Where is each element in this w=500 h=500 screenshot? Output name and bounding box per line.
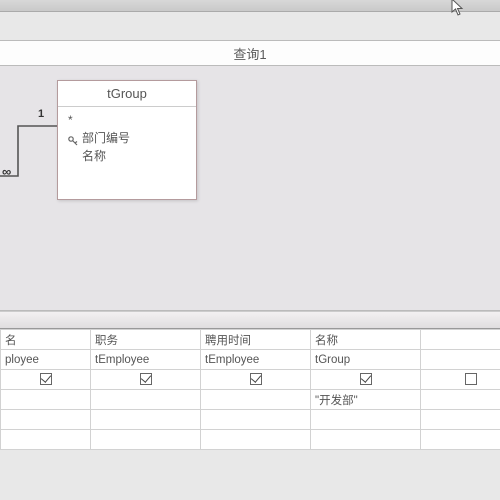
grid-row-table: ployee tEmployee tEmployee tGroup xyxy=(1,350,500,370)
grid-cell[interactable] xyxy=(311,430,421,450)
table-field-list: * 部门编号 名称 xyxy=(58,107,196,169)
relationship-line: 1 ∞ xyxy=(0,106,57,186)
grid-cell[interactable]: ployee xyxy=(1,350,91,370)
grid-cell[interactable] xyxy=(421,390,500,410)
grid-row-or xyxy=(1,410,500,430)
grid-row-criteria: "开发部" xyxy=(1,390,500,410)
grid-cell[interactable] xyxy=(201,390,311,410)
checkbox-icon[interactable] xyxy=(250,373,262,385)
grid-cell[interactable] xyxy=(91,410,201,430)
table-field[interactable]: 部门编号 xyxy=(68,129,186,147)
grid-cell-show[interactable] xyxy=(1,370,91,390)
grid-cell-show[interactable] xyxy=(421,370,500,390)
grid-cell[interactable]: tEmployee xyxy=(201,350,311,370)
grid-cell[interactable] xyxy=(421,330,500,350)
grid-cell[interactable] xyxy=(1,390,91,410)
grid-cell[interactable] xyxy=(421,350,500,370)
grid-cell[interactable]: tGroup xyxy=(311,350,421,370)
grid-cell[interactable] xyxy=(311,410,421,430)
grid-cell[interactable] xyxy=(421,430,500,450)
grid-cell[interactable] xyxy=(1,410,91,430)
query-tab-label: 查询1 xyxy=(233,44,266,63)
query-design-grid[interactable]: 名 职务 聘用时间 名称 ployee tEmployee tEmployee … xyxy=(0,329,500,450)
checkbox-icon[interactable] xyxy=(465,373,477,385)
table-field[interactable]: * xyxy=(68,111,186,129)
checkbox-icon[interactable] xyxy=(140,373,152,385)
grid-cell[interactable]: "开发部" xyxy=(311,390,421,410)
checkbox-icon[interactable] xyxy=(360,373,372,385)
table-box-title: tGroup xyxy=(58,81,196,107)
relation-many-label: ∞ xyxy=(2,164,11,179)
grid-cell[interactable]: 名 xyxy=(1,330,91,350)
table-box-tgroup[interactable]: tGroup * 部门编号 名称 xyxy=(57,80,197,200)
query-tab[interactable]: 查询1 xyxy=(0,40,500,66)
grid-row-or xyxy=(1,430,500,450)
relationship-diagram-pane[interactable]: 1 ∞ tGroup * 部门编号 名称 xyxy=(0,66,500,311)
grid-cell[interactable] xyxy=(201,410,311,430)
checkbox-icon[interactable] xyxy=(40,373,52,385)
grid-cell[interactable]: 名称 xyxy=(311,330,421,350)
primary-key-icon xyxy=(68,133,78,143)
grid-row-show xyxy=(1,370,500,390)
grid-cell-show[interactable] xyxy=(91,370,201,390)
grid-cell[interactable]: 职务 xyxy=(91,330,201,350)
grid-cell[interactable]: 聘用时间 xyxy=(201,330,311,350)
grid-cell[interactable] xyxy=(201,430,311,450)
grid-cell[interactable] xyxy=(91,430,201,450)
table-field[interactable]: 名称 xyxy=(68,147,186,165)
grid-row-field: 名 职务 聘用时间 名称 xyxy=(1,330,500,350)
window-titlebar xyxy=(0,0,500,12)
pane-splitter[interactable] xyxy=(0,311,500,329)
grid-cell[interactable] xyxy=(1,430,91,450)
grid-cell[interactable]: tEmployee xyxy=(91,350,201,370)
grid-cell-show[interactable] xyxy=(201,370,311,390)
grid-cell-show[interactable] xyxy=(311,370,421,390)
grid-cell[interactable] xyxy=(91,390,201,410)
relation-one-label: 1 xyxy=(38,108,44,120)
grid-cell[interactable] xyxy=(421,410,500,430)
